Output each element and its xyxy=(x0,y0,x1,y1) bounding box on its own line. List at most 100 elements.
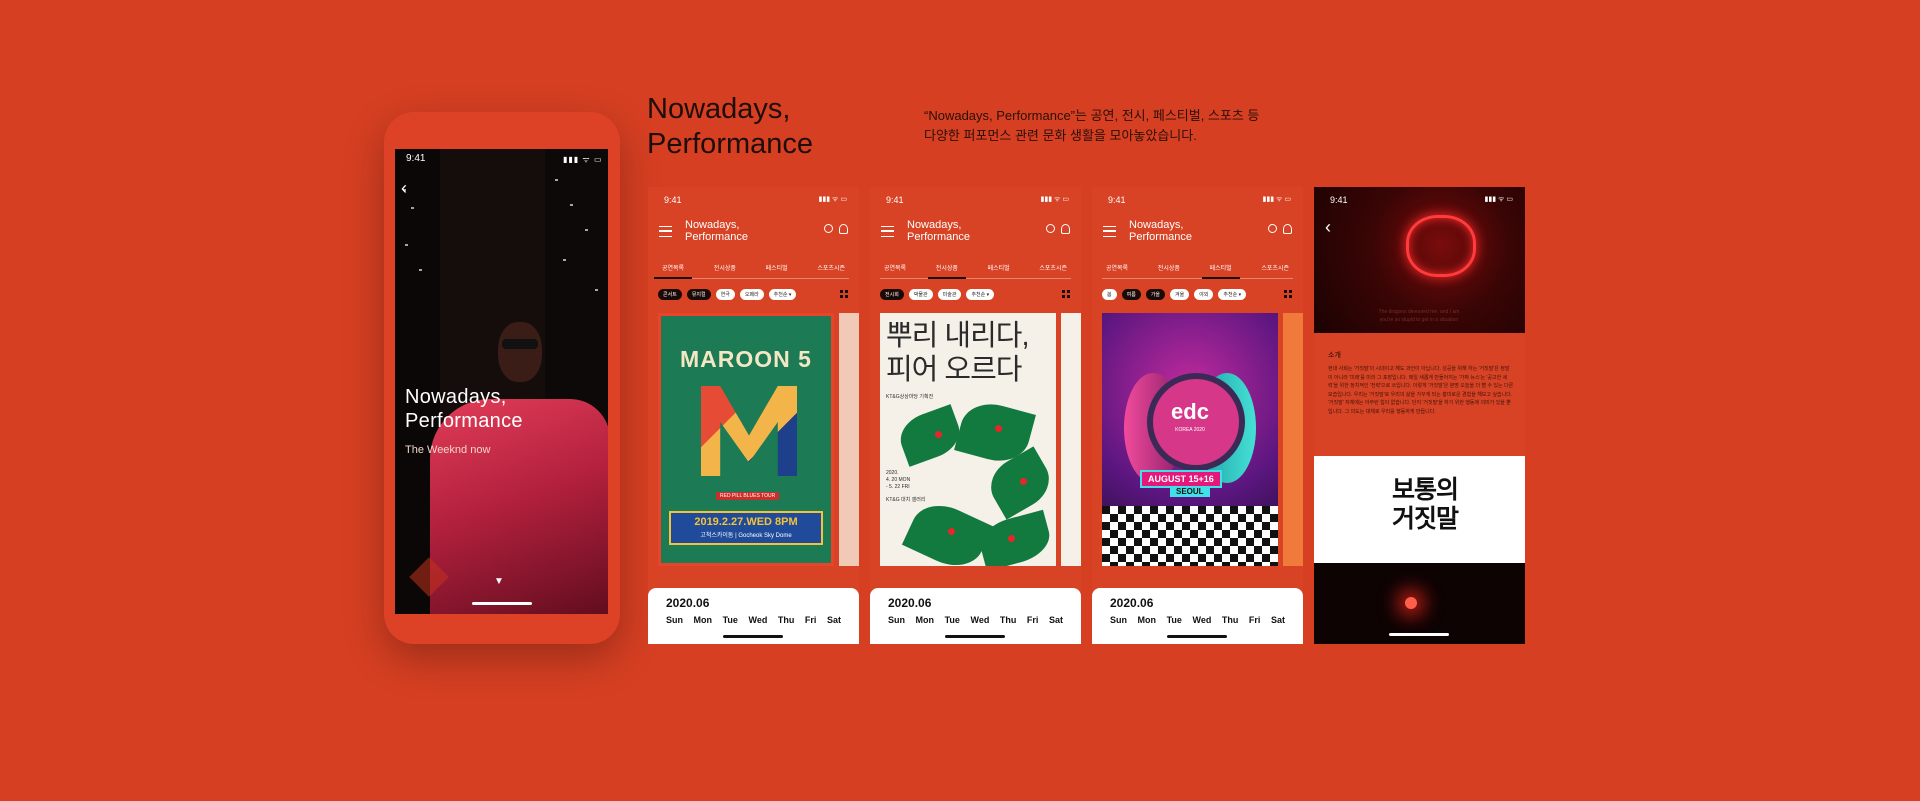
app-title-line2: Performance xyxy=(685,231,748,243)
filter-chip[interactable]: 전시회 xyxy=(880,289,904,300)
tab-performances[interactable]: 공연목록 xyxy=(653,263,693,279)
weekday: Mon xyxy=(915,615,935,625)
filter-chip[interactable]: 야외 xyxy=(1194,289,1214,300)
weekday: Thu xyxy=(1221,615,1239,625)
calendar-sheet[interactable]: 2020.06 Sun Mon Tue Wed Thu Fri Sat xyxy=(870,588,1081,644)
grid-view-icon[interactable] xyxy=(840,290,848,298)
filter-chip[interactable]: 가을 xyxy=(1145,289,1166,300)
menu-icon[interactable] xyxy=(659,226,672,237)
hero-status-time: 9:41 xyxy=(406,153,426,164)
poster-exhibition[interactable]: 뿌리 내리다, 피어 오르다 KT&G상상마당 기획전 2020. 4. 20 … xyxy=(880,313,1056,566)
home-indicator xyxy=(1389,633,1449,636)
hero-title-line2: Performance xyxy=(405,410,523,432)
window-light xyxy=(585,229,588,231)
description-line2: 다양한 퍼포먼스 관련 문화 생활을 모아놓았습니다. xyxy=(924,128,1197,143)
home-indicator xyxy=(1167,635,1227,638)
tab-exhibitions[interactable]: 전시상품 xyxy=(927,263,966,279)
weekday: Wed xyxy=(970,615,990,625)
poster-maroon5[interactable]: MAROON 5 RED PILL BLUES TOUR 2019.2.27.W… xyxy=(658,313,834,566)
poster-date-line: - 5. 22 FRI xyxy=(886,484,910,490)
hero-title: Nowadays, Performance xyxy=(405,385,523,433)
hero-status-icons: ▮▮▮ ᯤ ▭ xyxy=(563,155,603,164)
next-poster-peek[interactable] xyxy=(839,313,859,566)
neon-apple-graphic xyxy=(1406,215,1476,277)
filter-chip[interactable]: 봄 xyxy=(1102,289,1117,300)
tab-exhibitions[interactable]: 전시상품 xyxy=(710,263,740,272)
filter-chip[interactable]: 콘서트 xyxy=(658,289,682,300)
filter-chip[interactable]: 박물관 xyxy=(908,289,933,300)
neon-quote: The dragons devoured me, and I am you're… xyxy=(1354,308,1484,324)
back-icon[interactable]: ‹ xyxy=(401,178,407,199)
calendar-sheet[interactable]: 2020.06 Sun Mon Tue Wed Thu Fri Sat xyxy=(648,588,859,644)
tab-festivals[interactable]: 페스티벌 xyxy=(984,263,1014,272)
weekday: Fri xyxy=(804,615,817,625)
filter-chip[interactable]: 연극 xyxy=(715,289,735,300)
window-light xyxy=(419,269,422,271)
filter-chip[interactable]: 겨울 xyxy=(1170,289,1190,300)
tab-sports[interactable]: 스포츠시즌 xyxy=(1035,263,1071,272)
tab-bar: 공연목록 전시상품 페스티벌 스포츠시즌 xyxy=(880,263,1071,279)
poster-edc[interactable]: edc KOREA 2020 AUGUST 15+16 SEOUL xyxy=(1102,313,1278,566)
next-poster-peek[interactable] xyxy=(1061,313,1081,566)
tab-sports[interactable]: 스포츠시즌 xyxy=(813,263,849,272)
person-head xyxy=(498,322,542,382)
grid-view-icon[interactable] xyxy=(1284,290,1292,298)
app-title-line1: Nowadays, xyxy=(907,219,962,231)
tab-performances[interactable]: 공연목록 xyxy=(880,263,910,272)
status-time: 9:41 xyxy=(664,195,682,205)
quote-line: you're so stupid to get in a situation xyxy=(1379,317,1459,323)
user-icon[interactable] xyxy=(839,224,848,234)
app-title-line1: Nowadays, xyxy=(685,219,740,231)
poster-date-line: 4. 20 MON xyxy=(886,477,911,483)
filter-chips: 봄 여름 가을 겨울 야외 추천순 ▾ xyxy=(1102,289,1247,300)
app-screen-concerts: 9:41 ▮▮▮ ᯤ ▭ Nowadays, Performance 공연목록 … xyxy=(648,187,859,644)
app-title-line1: Nowadays, xyxy=(1129,219,1184,231)
calendar-weekdays: Sun Mon Tue Wed Thu Fri Sat xyxy=(1110,615,1285,625)
poster-dates: 2020. 4. 20 MON - 5. 22 FRI xyxy=(886,470,910,491)
menu-icon[interactable] xyxy=(1103,226,1116,237)
search-icon[interactable] xyxy=(1046,224,1055,233)
filter-chip[interactable]: 뮤지컬 xyxy=(686,289,711,300)
poster-date: 2019.2.27.WED 8PM xyxy=(694,516,798,528)
tab-festivals[interactable]: 페스티벌 xyxy=(1201,263,1240,279)
weekday: Sat xyxy=(826,615,841,625)
tab-performances[interactable]: 공연목록 xyxy=(1102,263,1132,272)
filter-chip[interactable]: 여름 xyxy=(1121,289,1141,300)
grid-view-icon[interactable] xyxy=(1062,290,1070,298)
sort-dropdown[interactable]: 추천순 ▾ xyxy=(966,289,995,300)
filter-chip[interactable]: 오페라 xyxy=(739,289,764,300)
weekday: Tue xyxy=(944,615,960,625)
tab-festivals[interactable]: 페스티벌 xyxy=(762,263,792,272)
app-screen-exhibitions: 9:41 ▮▮▮ ᯤ ▭ Nowadays, Performance 공연목록 … xyxy=(870,187,1081,644)
user-icon[interactable] xyxy=(1283,224,1292,234)
window-light xyxy=(563,259,566,261)
filter-chips: 콘서트 뮤지컬 연극 오페라 추천순 ▾ xyxy=(658,289,797,300)
menu-icon[interactable] xyxy=(881,226,894,237)
detail-bottom-image xyxy=(1314,563,1525,644)
poster-tour: RED PILL BLUES TOUR xyxy=(716,492,780,500)
status-icons: ▮▮▮ ᯤ ▭ xyxy=(1484,196,1513,203)
tab-sports[interactable]: 스포츠시즌 xyxy=(1257,263,1293,272)
user-icon[interactable] xyxy=(1061,224,1070,234)
weekday: Sun xyxy=(888,615,905,625)
search-icon[interactable] xyxy=(1268,224,1277,233)
tab-exhibitions[interactable]: 전시상품 xyxy=(1154,263,1184,272)
filter-chip[interactable]: 미술관 xyxy=(937,289,962,300)
sort-dropdown[interactable]: 추천순 ▾ xyxy=(768,289,797,300)
app-title: Nowadays, Performance xyxy=(1129,219,1192,243)
window-light xyxy=(555,179,558,181)
back-icon[interactable]: ‹ xyxy=(1325,217,1331,238)
sort-dropdown[interactable]: 추천순 ▾ xyxy=(1218,289,1247,300)
app-title: Nowadays, Performance xyxy=(907,219,970,243)
search-icon[interactable] xyxy=(824,224,833,233)
poster-sublogo: KOREA 2020 xyxy=(1175,427,1205,433)
weekday: Thu xyxy=(777,615,795,625)
berry-graphic xyxy=(948,528,955,535)
scroll-down-icon[interactable]: ▼ xyxy=(494,576,504,587)
calendar-month: 2020.06 xyxy=(666,596,710,610)
next-poster-peek[interactable] xyxy=(1283,313,1303,566)
calendar-sheet[interactable]: 2020.06 Sun Mon Tue Wed Thu Fri Sat xyxy=(1092,588,1303,644)
leaf-graphic xyxy=(894,404,966,467)
window-light xyxy=(405,244,408,246)
window-light xyxy=(595,289,598,291)
